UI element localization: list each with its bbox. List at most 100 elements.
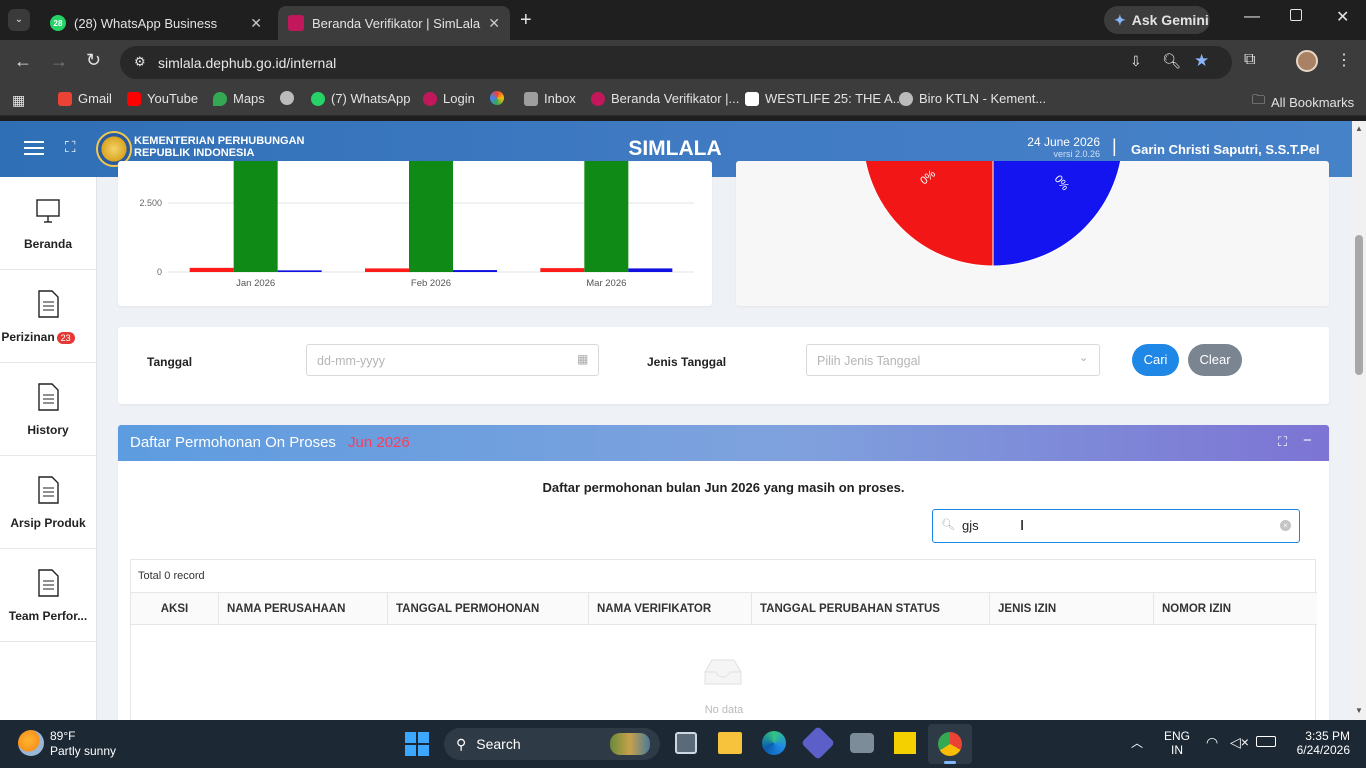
sticky-notes-icon[interactable] xyxy=(894,732,916,754)
document-icon xyxy=(38,383,59,411)
column-header[interactable]: TANGGAL PERMOHONAN xyxy=(388,593,589,625)
language-indicator[interactable]: ENG IN xyxy=(1164,729,1190,757)
lang-line1: ENG xyxy=(1164,729,1191,743)
fullscreen-icon[interactable]: ⛶ xyxy=(65,139,83,157)
clear-search-icon[interactable]: × xyxy=(1280,520,1291,531)
bookmark-inbox[interactable]: Inbox xyxy=(524,91,576,106)
sidebar-item-team-performance[interactable]: Team Perfor... xyxy=(0,549,96,642)
close-icon[interactable]: ✕ xyxy=(488,15,500,32)
new-tab-icon[interactable]: + xyxy=(520,10,532,30)
tab-search-icon[interactable]: ⌄ xyxy=(8,9,30,31)
volume-mute-icon[interactable]: ◁× xyxy=(1230,734,1249,751)
wifi-icon[interactable]: ◠ xyxy=(1206,734,1218,751)
column-header[interactable]: TANGGAL PERUBAHAN STATUS xyxy=(752,593,990,625)
weather-icon[interactable] xyxy=(18,730,44,756)
ask-gemini-button[interactable]: ✦ Ask Gemini xyxy=(1104,6,1210,34)
table-search-input[interactable]: 🔍︎ gjs × xyxy=(932,509,1300,543)
sidebar-item-perizinan[interactable]: Perizinan 23 xyxy=(0,270,96,363)
chrome-taskbar-button[interactable] xyxy=(928,724,972,764)
file-explorer-icon[interactable] xyxy=(718,732,742,754)
camera-icon[interactable] xyxy=(850,733,874,753)
tanggal-date-input[interactable]: dd-mm-yyyy ▦ xyxy=(306,344,599,376)
column-header[interactable]: AKSI xyxy=(131,593,219,625)
tab-simlala[interactable]: Beranda Verifikator | SimLala ✕ xyxy=(278,6,510,40)
bookmark-beranda[interactable]: Beranda Verifikator |... xyxy=(591,91,739,106)
weather-text[interactable]: Partly sunny xyxy=(50,744,116,758)
scroll-down-icon[interactable]: ▼ xyxy=(1355,706,1363,715)
collapse-icon[interactable]: − xyxy=(1303,432,1312,449)
user-name[interactable]: Garin Christi Saputri, S.S.T.Pel xyxy=(1131,142,1320,157)
bookmark-westlife[interactable]: WESTLIFE 25: THE A... xyxy=(745,91,903,106)
table-header-row: AKSI NAMA PERUSAHAAN TANGGAL PERMOHONAN … xyxy=(131,592,1317,625)
zoom-icon[interactable]: 🔍︎ xyxy=(1162,52,1181,70)
simlala-favicon xyxy=(288,15,304,31)
windows-start-icon[interactable] xyxy=(405,732,429,756)
chevron-down-icon: ⌄ xyxy=(1079,352,1089,364)
close-icon[interactable]: ✕ xyxy=(250,15,262,32)
scrollbar-thumb[interactable] xyxy=(1355,235,1363,375)
column-header[interactable]: NOMOR IZIN xyxy=(1154,593,1317,625)
bookmark-whatsapp[interactable]: (7) WhatsApp xyxy=(311,91,410,106)
bookmark-youtube[interactable]: YouTube xyxy=(127,91,198,106)
tray-chevron-icon[interactable]: ︿ xyxy=(1131,734,1143,751)
bookmark-biro-ktln[interactable]: Biro KTLN - Kement... xyxy=(899,91,1046,106)
sidebar-item-arsip-produk[interactable]: Arsip Produk xyxy=(0,456,96,549)
back-icon[interactable]: ← xyxy=(14,51,32,72)
cari-button[interactable]: Cari xyxy=(1132,344,1179,376)
globe-icon xyxy=(280,91,294,105)
bookmark-pinwheel[interactable] xyxy=(490,91,504,105)
column-header[interactable]: NAMA PERUSAHAAN xyxy=(219,593,388,625)
monitor-icon xyxy=(36,199,60,223)
tab-whatsapp[interactable]: 28 (28) WhatsApp Business ✕ xyxy=(40,6,272,40)
all-bookmarks[interactable]: 🗀 All Bookmarks xyxy=(1252,91,1354,113)
forward-icon[interactable]: → xyxy=(50,51,68,72)
task-view-icon[interactable] xyxy=(675,732,697,754)
clock[interactable]: 3:35 PM 6/24/2026 xyxy=(1290,729,1350,757)
bookmark-label: (7) WhatsApp xyxy=(331,91,411,106)
bookmark-maps[interactable]: Maps xyxy=(213,91,265,106)
sidebar-item-history[interactable]: History xyxy=(0,363,96,456)
whatsapp-icon: 28 xyxy=(50,15,66,31)
bookmark-gmail[interactable]: Gmail xyxy=(58,91,112,106)
hamburger-menu-icon[interactable] xyxy=(24,141,44,155)
app-icon[interactable] xyxy=(801,726,835,760)
bookmark-label: Inbox xyxy=(544,91,576,106)
jenis-tanggal-select[interactable]: Pilih Jenis Tanggal ⌄ xyxy=(806,344,1100,376)
weather-temp[interactable]: 89°F xyxy=(50,729,75,743)
site-info-icon[interactable]: ⚙ xyxy=(134,54,146,70)
bookmark-globe[interactable] xyxy=(280,91,294,105)
extensions-icon[interactable]: ⧉ xyxy=(1244,51,1255,69)
page-icon xyxy=(745,91,759,106)
menu-icon[interactable]: ⋮ xyxy=(1336,50,1352,70)
maximize-icon[interactable] xyxy=(1290,9,1302,21)
expand-icon[interactable]: ⛶ xyxy=(1278,434,1287,450)
sidebar-item-label: Beranda xyxy=(23,237,73,251)
battery-icon[interactable] xyxy=(1256,736,1276,747)
clear-button[interactable]: Clear xyxy=(1188,344,1242,376)
panel-description: Daftar permohonan bulan Jun 2026 yang ma… xyxy=(542,480,905,495)
address-bar[interactable]: ⚙ simlala.dephub.go.id/internal ⇩ 🔍︎ ★ xyxy=(120,46,1232,79)
close-window-icon[interactable]: ✕ xyxy=(1336,7,1349,27)
bookmark-star-icon[interactable]: ★ xyxy=(1194,51,1209,71)
x-tick-label: Mar 2026 xyxy=(586,278,626,289)
install-app-icon[interactable]: ⇩ xyxy=(1130,53,1142,70)
bookmark-login[interactable]: Login xyxy=(423,91,475,106)
taskbar-search[interactable]: ⚲ Search xyxy=(444,728,660,760)
column-header[interactable]: JENIS IZIN xyxy=(990,593,1154,625)
y-tick-label: 0 xyxy=(157,267,162,277)
page-scrollbar[interactable]: ▲ ▼ xyxy=(1352,121,1366,720)
gemini-icon: ✦ xyxy=(1114,11,1126,28)
sidebar-item-beranda[interactable]: Beranda xyxy=(0,177,96,270)
browser-toolbar: ← → ↻ ⚙ simlala.dephub.go.id/internal ⇩ … xyxy=(0,40,1366,84)
jenis-tanggal-placeholder: Pilih Jenis Tanggal xyxy=(817,354,921,368)
reload-icon[interactable]: ↻ xyxy=(86,50,101,71)
maps-icon xyxy=(213,91,227,106)
column-header[interactable]: NAMA VERIFIKATOR xyxy=(589,593,752,625)
bookmark-label: Beranda Verifikator |... xyxy=(611,91,740,106)
calendar-icon[interactable]: ▦ xyxy=(577,352,588,366)
scroll-up-icon[interactable]: ▲ xyxy=(1355,124,1363,133)
minimize-icon[interactable]: — xyxy=(1244,8,1260,26)
profile-avatar[interactable] xyxy=(1296,50,1318,72)
apps-grid-icon[interactable]: ▦ xyxy=(12,92,25,109)
edge-icon[interactable] xyxy=(762,731,786,755)
